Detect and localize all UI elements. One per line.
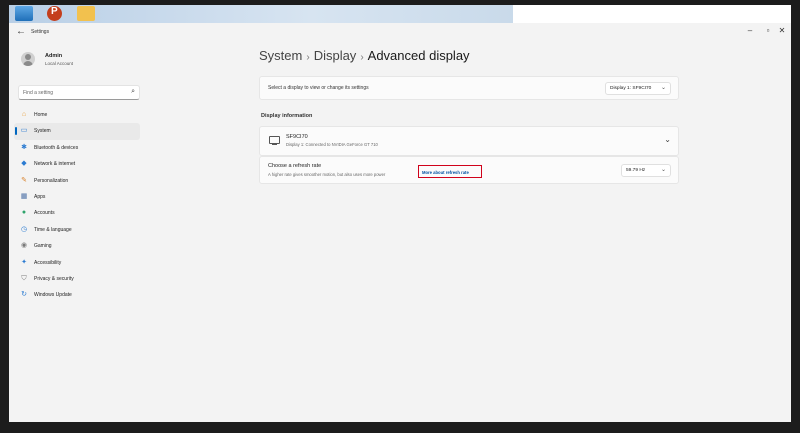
sidebar-item-windows-update[interactable]: ↻ Windows Update xyxy=(14,287,140,303)
back-arrow-icon[interactable]: ← xyxy=(16,26,26,37)
sidebar-item-label: Windows Update xyxy=(34,292,72,299)
display-information-heading: Display information xyxy=(261,113,313,119)
apps-icon: ▦ xyxy=(20,192,28,200)
sidebar-item-label: Accessibility xyxy=(34,259,62,266)
clock-icon: ◷ xyxy=(20,225,28,233)
sidebar-item-network-internet[interactable]: ◆ Network & internet xyxy=(14,156,140,172)
maximize-icon[interactable]: ▫ xyxy=(761,26,775,35)
sidebar-item-apps[interactable]: ▦ Apps xyxy=(14,189,140,205)
sidebar-item-label: Time & language xyxy=(34,226,72,233)
more-about-refresh-rate-link[interactable]: More about refresh rate xyxy=(422,170,469,175)
refresh-rate-row: Choose a refresh rate A higher rate give… xyxy=(259,156,679,184)
folder-icon[interactable] xyxy=(77,6,95,21)
sidebar-item-privacy-security[interactable]: ⛉ Privacy & security xyxy=(14,271,140,287)
close-icon[interactable]: ✕ xyxy=(775,26,789,35)
search-box[interactable]: ⌕ xyxy=(18,85,140,100)
page-title: Advanced display xyxy=(367,48,470,63)
brush-icon: ✎ xyxy=(21,176,27,184)
sidebar-item-home[interactable]: ⌂ Home xyxy=(14,107,140,123)
accounts-icon: ● xyxy=(21,209,27,217)
chevron-right-icon: › xyxy=(306,52,310,63)
sidebar-item-gaming[interactable]: ◉ Gaming xyxy=(14,238,140,254)
accessibility-icon: ✦ xyxy=(21,258,27,266)
minimize-icon[interactable]: – xyxy=(743,26,757,35)
sidebar-item-time-language[interactable]: ◷ Time & language xyxy=(14,222,140,238)
select-display-row: Select a display to view or change its s… xyxy=(259,76,679,100)
sidebar-item-label: Privacy & security xyxy=(34,275,74,282)
home-icon: ⌂ xyxy=(21,111,27,118)
sidebar-item-label: Network & internet xyxy=(34,161,76,168)
sidebar-item-accounts[interactable]: ● Accounts xyxy=(14,205,140,221)
profile-name: Admin xyxy=(45,53,63,59)
gaming-icon: ◉ xyxy=(20,242,28,250)
display-dropdown-value: Display 1: SF9CI70 xyxy=(610,86,652,91)
taskbar-strip: P xyxy=(9,5,513,23)
sidebar-item-label: System xyxy=(34,128,51,135)
refresh-rate-subtitle: A higher rate gives smoother motion, but… xyxy=(268,172,386,177)
search-input[interactable] xyxy=(23,88,123,97)
sidebar-item-personalization[interactable]: ✎ Personalization xyxy=(14,173,140,189)
bluetooth-icon: ✱ xyxy=(21,143,27,151)
window-title: Settings xyxy=(31,29,50,35)
sidebar-item-bluetooth-devices[interactable]: ✱ Bluetooth & devices xyxy=(14,140,140,156)
profile-account-type: Local Account xyxy=(45,61,74,66)
refresh-rate-link-highlight: More about refresh rate xyxy=(418,165,482,178)
display-info-row[interactable]: SF9CI70 Display 1: Connected to NVIDIA G… xyxy=(259,126,679,156)
sidebar-item-accessibility[interactable]: ✦ Accessibility xyxy=(14,255,140,271)
refresh-rate-title: Choose a refresh rate xyxy=(268,163,322,169)
sidebar-item-label: Gaming xyxy=(34,243,52,250)
system-icon: ▭ xyxy=(20,127,28,135)
refresh-rate-value: 59.79 Hz xyxy=(626,168,646,173)
monitor-name: SF9CI70 xyxy=(286,134,308,140)
wifi-icon: ◆ xyxy=(21,160,27,168)
sidebar-item-label: Bluetooth & devices xyxy=(34,144,79,151)
update-icon: ↻ xyxy=(21,291,27,299)
chevron-down-icon: ⌄ xyxy=(660,85,666,91)
display-dropdown[interactable]: Display 1: SF9CI70 ⌄ xyxy=(605,82,671,95)
chevron-down-icon[interactable]: ⌄ xyxy=(664,135,671,144)
sidebar-item-label: Apps xyxy=(34,193,46,200)
monitor-icon xyxy=(269,136,280,145)
sidebar-nav: ⌂ Home ▭ System ✱ Bluetooth & devices ◆ Network… xyxy=(14,107,140,304)
desktop-area xyxy=(513,5,791,23)
powerpoint-icon[interactable]: P xyxy=(47,6,62,21)
sidebar-item-label: Accounts xyxy=(34,210,55,217)
desktop-app-icon[interactable] xyxy=(15,6,33,21)
sidebar-item-label: Home xyxy=(34,112,48,118)
breadcrumb-display[interactable]: Display xyxy=(314,48,357,63)
select-display-label: Select a display to view or change its s… xyxy=(268,85,369,91)
breadcrumb: System › Display › Advanced display xyxy=(259,48,470,63)
chevron-right-icon: › xyxy=(360,52,364,63)
avatar xyxy=(21,52,35,66)
sidebar-item-label: Personalization xyxy=(34,177,69,184)
shield-icon: ⛉ xyxy=(21,274,27,282)
monitor-connection: Display 1: Connected to NVIDIA GeForce G… xyxy=(286,142,378,147)
title-bar: ← Settings – ▫ ✕ xyxy=(9,23,791,43)
settings-window: P ← Settings – ▫ ✕ Admin Local Account ⌕… xyxy=(9,5,791,422)
chevron-down-icon: ⌄ xyxy=(660,167,666,173)
search-icon[interactable]: ⌕ xyxy=(131,88,135,96)
sidebar-item-system[interactable]: ▭ System xyxy=(14,123,140,140)
breadcrumb-system[interactable]: System xyxy=(259,48,302,63)
refresh-rate-dropdown[interactable]: 59.79 Hz ⌄ xyxy=(621,164,671,177)
